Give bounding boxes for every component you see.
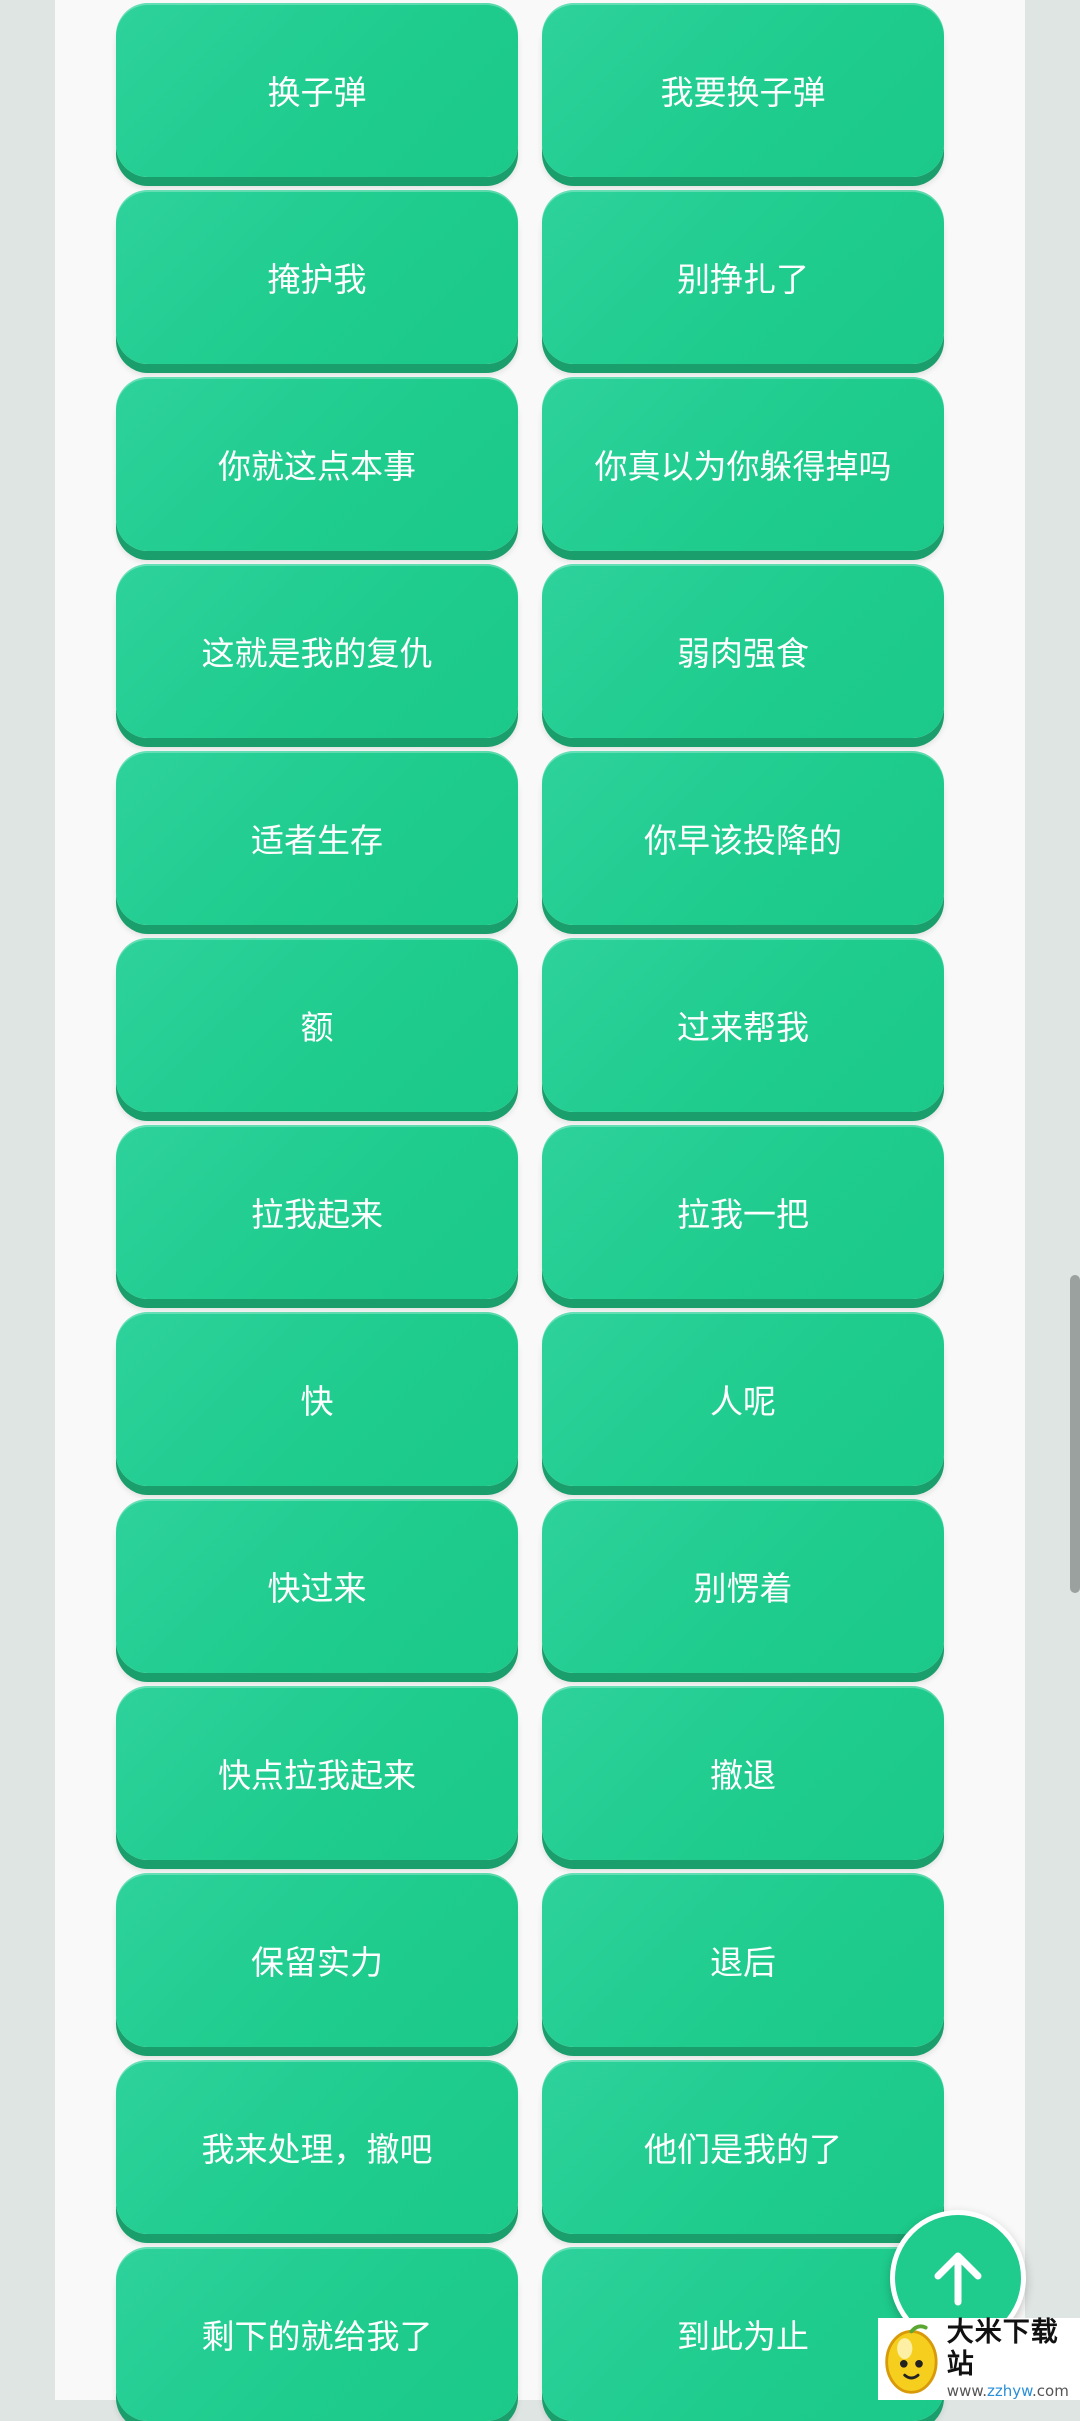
voice-button[interactable]: 人呢 <box>542 1312 944 1486</box>
scrollbar-thumb[interactable] <box>1070 1275 1080 1593</box>
watermark-title: 大米下载站 <box>946 2317 1059 2380</box>
voice-button[interactable]: 快过来 <box>116 1499 518 1673</box>
voice-button[interactable]: 剩下的就给我了 <box>116 2247 518 2421</box>
voice-button[interactable]: 我要换子弹 <box>542 3 944 177</box>
voice-button[interactable]: 他们是我的了 <box>542 2060 944 2234</box>
watermark-logo <box>885 2324 938 2394</box>
voice-button[interactable]: 额 <box>116 938 518 1112</box>
voice-button[interactable]: 拉我一把 <box>542 1125 944 1299</box>
voice-button[interactable]: 掩护我 <box>116 190 518 364</box>
voice-button[interactable]: 你就这点本事 <box>116 377 518 551</box>
voice-button[interactable]: 保留实力 <box>116 1873 518 2047</box>
voice-button[interactable]: 过来帮我 <box>542 938 944 1112</box>
voice-button[interactable]: 这就是我的复仇 <box>116 564 518 738</box>
watermark-badge: 大米下载站 www.zzhyw.com <box>878 2317 1080 2400</box>
voice-button[interactable]: 拉我起来 <box>116 1125 518 1299</box>
arrow-up-icon <box>934 2252 982 2306</box>
voice-button[interactable]: 适者生存 <box>116 751 518 925</box>
voice-button[interactable]: 退后 <box>542 1873 944 2047</box>
voice-button[interactable]: 你真以为你躲得掉吗 <box>542 377 944 551</box>
watermark-url: www.zzhyw.com <box>946 2382 1069 2400</box>
voice-button[interactable]: 换子弹 <box>116 3 518 177</box>
voice-button-grid: 换子弹 我要换子弹 掩护我 别挣扎了 你就这点本事 你真以为你躲得掉吗 这就是我… <box>116 3 944 2421</box>
voice-button[interactable]: 撤退 <box>542 1686 944 1860</box>
voice-button[interactable]: 别愣着 <box>542 1499 944 1673</box>
voice-button[interactable]: 快 <box>116 1312 518 1486</box>
voice-button[interactable]: 快点拉我起来 <box>116 1686 518 1860</box>
voice-button[interactable]: 弱肉强食 <box>542 564 944 738</box>
voice-button[interactable]: 你早该投降的 <box>542 751 944 925</box>
voice-button[interactable]: 别挣扎了 <box>542 190 944 364</box>
voice-button[interactable]: 我来处理，撤吧 <box>116 2060 518 2234</box>
